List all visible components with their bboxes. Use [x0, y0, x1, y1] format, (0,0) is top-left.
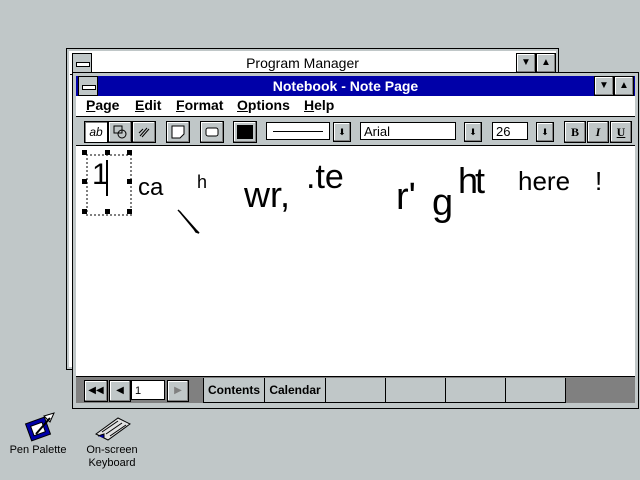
tab-calendar[interactable]: Calendar — [264, 378, 326, 403]
menu-options[interactable]: Options — [237, 97, 290, 113]
previous-page-button[interactable]: ◀ — [109, 380, 131, 402]
frame-tool-button[interactable] — [200, 121, 224, 143]
notebook-page-navigation: ◀◀ ◀ 1 ▶ Contents Calendar — [76, 376, 635, 403]
menu-options-accel: O — [237, 97, 248, 113]
ink-word: ! — [595, 166, 603, 196]
handwriting-icon: ab — [89, 125, 103, 139]
shapes-tool-button[interactable] — [108, 121, 132, 143]
ink-word: ht — [458, 160, 485, 201]
note-icon — [171, 125, 185, 139]
pen-cursor-icon — [177, 209, 200, 234]
menu-help-accel: H — [304, 97, 315, 113]
note-page-canvas[interactable]: 1 ca h wr, .te r' g ht here ! — [76, 146, 635, 376]
ink-word: r' — [396, 176, 416, 218]
program-manager-maximize-button[interactable]: ▲ — [536, 53, 556, 73]
eraser-tool-button[interactable] — [132, 121, 156, 143]
selection-handle[interactable] — [127, 150, 132, 155]
notebook-maximize-button[interactable]: ▲ — [614, 76, 634, 96]
notebook-system-menu[interactable] — [78, 76, 98, 96]
page-number-field[interactable]: 1 — [131, 380, 165, 400]
menu-format[interactable]: Format — [176, 97, 223, 113]
notebook-title: Notebook - Note Page — [272, 78, 419, 94]
program-manager-system-menu[interactable] — [72, 53, 92, 73]
onscreen-keyboard-label-line2: Keyboard — [88, 457, 136, 469]
menu-help-rest: elp — [314, 97, 335, 113]
underline-button[interactable]: U — [610, 121, 632, 143]
line-style-dropdown-button[interactable]: ⬇ — [333, 122, 351, 142]
tab-blank[interactable] — [445, 378, 506, 403]
selection-handle[interactable] — [105, 150, 110, 155]
selection-handle[interactable] — [127, 209, 132, 214]
notebook-titlebar[interactable]: Notebook - Note Page ▼ ▲ — [76, 76, 635, 96]
color-picker-button[interactable] — [233, 121, 257, 143]
menu-format-rest: ormat — [184, 97, 224, 113]
font-name-dropdown-button[interactable]: ⬇ — [464, 122, 482, 142]
selection-handle[interactable] — [127, 179, 132, 184]
program-manager-title: Program Manager — [246, 55, 359, 71]
ink-word: ca — [138, 174, 164, 201]
menu-options-rest: ptions — [247, 97, 290, 113]
first-page-button[interactable]: ◀◀ — [84, 380, 108, 402]
notebook-minimize-button[interactable]: ▼ — [594, 76, 614, 96]
line-style-preview — [273, 131, 323, 132]
frame-icon — [205, 127, 219, 137]
selection-handle[interactable] — [82, 150, 87, 155]
tab-contents[interactable]: Contents — [203, 378, 265, 403]
pen-palette-label: Pen Palette — [9, 444, 67, 456]
handwriting-tool-button[interactable]: ab — [84, 121, 108, 143]
notebook-menubar: Page Edit Format Options Help — [76, 96, 635, 117]
selection-handle[interactable] — [82, 209, 87, 214]
eraser-icon — [138, 127, 150, 138]
menu-format-accel: F — [176, 97, 185, 113]
ink-word: here — [518, 166, 571, 196]
font-name-field[interactable]: Arial — [360, 122, 456, 140]
ink-word: wr, — [244, 174, 291, 215]
menu-edit-accel: E — [135, 97, 145, 113]
keyboard-icon — [95, 417, 131, 441]
menu-help[interactable]: Help — [304, 97, 334, 113]
menu-page-rest: age — [95, 97, 120, 113]
line-style-select[interactable] — [266, 122, 330, 140]
tab-blank[interactable] — [325, 378, 386, 403]
ink-word: 1 — [92, 158, 109, 191]
color-swatch — [237, 125, 253, 139]
tab-blank[interactable] — [385, 378, 446, 403]
notebook-toolbar: ab ⬇ Arial ⬇ 26 ⬇ B I U — [76, 117, 635, 146]
pen-palette-icon — [24, 412, 55, 442]
shapes-icon — [113, 125, 127, 139]
selection-handle[interactable] — [105, 209, 110, 214]
next-page-button[interactable]: ▶ — [167, 380, 189, 402]
tab-blank[interactable] — [505, 378, 566, 403]
ink-word: .te — [306, 158, 344, 196]
note-tool-button[interactable] — [166, 121, 190, 143]
notebook-window: Notebook - Note Page ▼ ▲ Page Edit Forma… — [72, 72, 639, 409]
bold-button[interactable]: B — [564, 121, 586, 143]
ink-word: h — [197, 172, 208, 192]
ink-word: g — [432, 182, 454, 224]
program-manager-minimize-button[interactable]: ▼ — [516, 53, 536, 73]
pen-palette-desktop-icon[interactable]: Pen Palette — [8, 412, 68, 472]
font-size-dropdown-button[interactable]: ⬇ — [536, 122, 554, 142]
menu-page[interactable]: Page — [86, 97, 119, 113]
onscreen-keyboard-desktop-icon[interactable]: On-screen Keyboard — [82, 412, 142, 472]
menu-edit[interactable]: Edit — [135, 97, 161, 113]
onscreen-keyboard-label-line1: On-screen — [86, 444, 138, 456]
italic-button[interactable]: I — [587, 121, 609, 143]
selection-handle[interactable] — [82, 179, 87, 184]
menu-edit-rest: dit — [144, 97, 162, 113]
font-size-field[interactable]: 26 — [492, 122, 528, 140]
menu-page-accel: P — [86, 97, 96, 113]
